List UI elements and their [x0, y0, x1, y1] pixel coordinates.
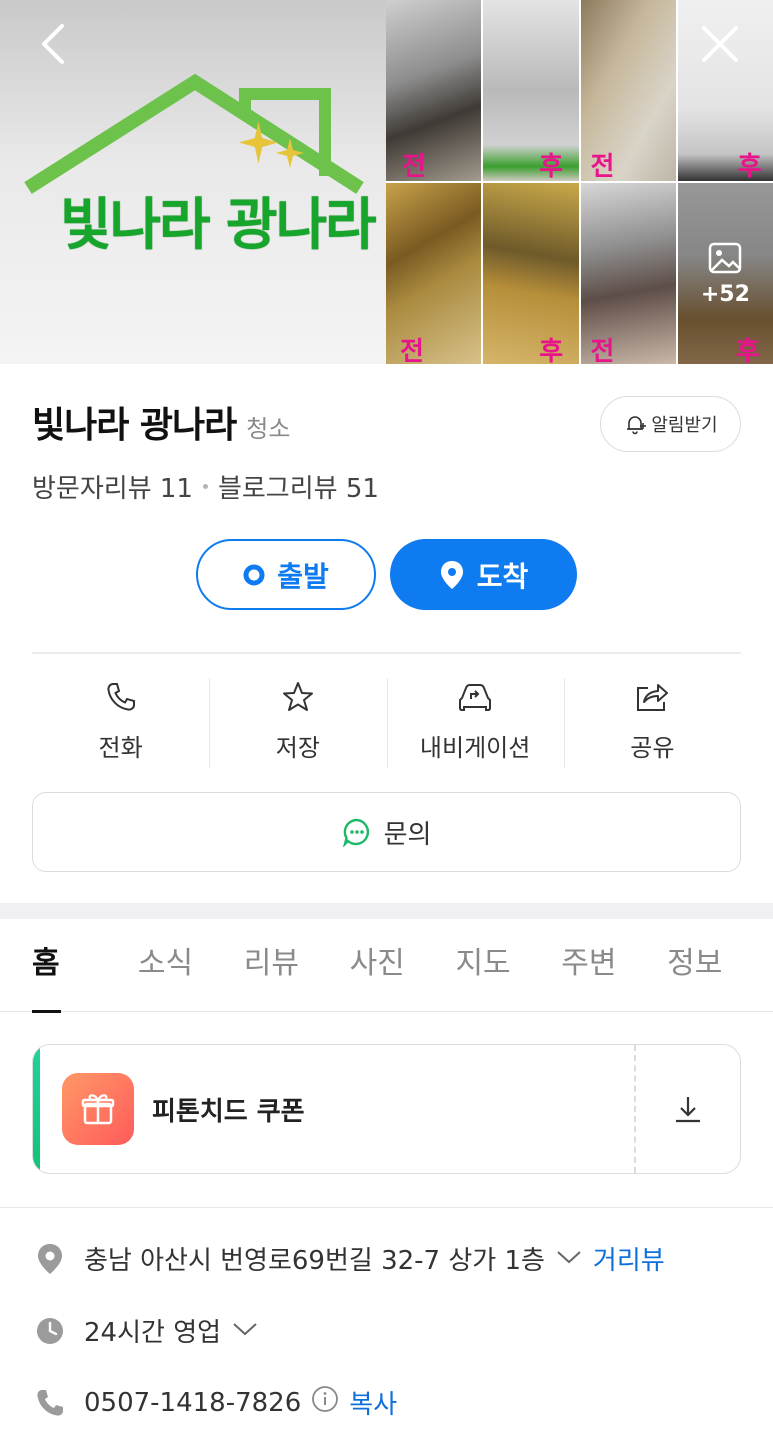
- navigation-label: 내비게이션: [419, 734, 531, 762]
- save-label: 저장: [275, 734, 320, 762]
- divider: [32, 652, 741, 654]
- after-tag: 후: [539, 152, 564, 181]
- before-tag: 전: [400, 337, 424, 364]
- place-name: 빛나라 광나라: [32, 405, 237, 446]
- origin-dot-icon: [243, 564, 265, 585]
- photo-thumb[interactable]: 전: [580, 183, 676, 364]
- phone-row: 0507-1418-7826 복사: [32, 1384, 397, 1421]
- section-divider: [0, 903, 773, 919]
- photo-thumb[interactable]: 전: [386, 183, 482, 364]
- bell-plus-icon: [627, 416, 647, 435]
- more-photos-count: +52: [700, 282, 750, 307]
- hours-row: 24시간 영업: [32, 1312, 259, 1349]
- photo-thumb[interactable]: 후: [483, 183, 579, 364]
- address-row: 충남 아산시 번영로69번길 32-7 상가 1층 거리뷰: [32, 1240, 665, 1277]
- inquiry-label: 문의: [383, 819, 432, 850]
- separator-dot: [202, 484, 208, 489]
- arrive-route-button[interactable]: 도착: [390, 539, 577, 610]
- before-tag: 전: [590, 337, 615, 364]
- coupon-body: 피톤치드 쿠폰: [40, 1045, 636, 1173]
- before-tag: 전: [590, 152, 615, 181]
- start-route-button[interactable]: 출발: [196, 539, 376, 610]
- photo-hero: 빛나라 광나라 전 후 전 후 전 후 전 +52 후: [0, 0, 773, 364]
- phone-icon: [32, 1385, 68, 1421]
- coupon-download-button[interactable]: [636, 1045, 740, 1173]
- house-logo-icon: [24, 73, 364, 194]
- arrive-label: 도착: [476, 559, 529, 593]
- coupon-title: 피톤치드 쿠폰: [152, 1096, 305, 1127]
- place-category: 청소: [246, 415, 291, 443]
- chat-bubble-icon: [342, 818, 369, 847]
- download-icon: [676, 1097, 700, 1123]
- after-tag: 후: [539, 337, 564, 364]
- location-pin-icon: [32, 1241, 68, 1277]
- visitor-reviews-link[interactable]: 방문자리뷰 11: [32, 468, 193, 505]
- share-label: 공유: [630, 734, 675, 762]
- photo-thumb[interactable]: 전: [386, 0, 482, 181]
- hours-text[interactable]: 24시간 영업: [84, 1312, 221, 1349]
- action-bar: 전화 저장 내비게이션 공유: [32, 676, 741, 768]
- tab-map[interactable]: 지도: [455, 919, 561, 1012]
- after-tag: 후: [737, 152, 762, 181]
- tab-home[interactable]: 홈: [32, 919, 138, 1013]
- photo-thumb[interactable]: 후: [483, 0, 579, 181]
- share-icon: [637, 684, 669, 711]
- chevron-down-icon[interactable]: [231, 1316, 259, 1346]
- info-icon[interactable]: [311, 1385, 339, 1420]
- tab-news[interactable]: 소식: [138, 919, 244, 1012]
- coupon-card[interactable]: 피톤치드 쿠폰: [32, 1044, 741, 1174]
- copy-link[interactable]: 복사: [349, 1384, 397, 1421]
- close-icon: [702, 26, 738, 62]
- review-summary: 방문자리뷰 11 블로그리뷰 51: [32, 468, 379, 505]
- divider: [0, 1207, 773, 1208]
- call-button[interactable]: 전화: [32, 676, 209, 768]
- save-button[interactable]: 저장: [209, 676, 386, 768]
- inquiry-button[interactable]: 문의: [32, 792, 741, 872]
- logo-text: 빛나라 광나라: [60, 193, 377, 258]
- tab-nearby[interactable]: 주변: [561, 919, 667, 1012]
- phone-number[interactable]: 0507-1418-7826: [84, 1388, 301, 1418]
- car-navigation-icon: [459, 684, 492, 711]
- after-tag: 후: [735, 337, 760, 364]
- tab-bar: 홈 소식 리뷰 사진 지도 주변 정보: [0, 919, 773, 1013]
- coupon-accent-bar: [33, 1045, 40, 1173]
- blog-reviews-link[interactable]: 블로그리뷰 51: [218, 468, 379, 505]
- street-view-link[interactable]: 거리뷰: [593, 1240, 665, 1277]
- tab-info[interactable]: 정보: [667, 919, 773, 1012]
- location-pin-icon: [440, 560, 463, 589]
- start-label: 출발: [277, 559, 329, 593]
- chevron-left-icon: [42, 24, 64, 64]
- back-button[interactable]: [30, 20, 78, 68]
- notify-label: 알림받기: [651, 415, 718, 436]
- share-button[interactable]: 공유: [563, 676, 741, 768]
- notify-button[interactable]: 알림받기: [600, 396, 741, 452]
- before-tag: 전: [402, 152, 426, 181]
- clock-icon: [32, 1313, 68, 1349]
- gift-icon: [62, 1073, 134, 1145]
- image-icon: [709, 242, 742, 274]
- more-photos-thumb[interactable]: +52 후: [677, 183, 773, 364]
- close-button[interactable]: [696, 20, 744, 68]
- navigation-button[interactable]: 내비게이션: [386, 676, 564, 768]
- call-label: 전화: [98, 734, 143, 762]
- phone-icon: [107, 683, 135, 711]
- tab-reviews[interactable]: 리뷰: [244, 919, 350, 1012]
- chevron-down-icon[interactable]: [555, 1244, 583, 1274]
- place-detail-page: 빛나라 광나라 전 후 전 후 전 후 전 +52 후 빛나라 광나라 청소 알…: [0, 0, 773, 1438]
- place-title-row: 빛나라 광나라 청소: [32, 396, 290, 448]
- star-icon: [282, 682, 313, 711]
- address-text[interactable]: 충남 아산시 번영로69번길 32-7 상가 1층: [84, 1240, 545, 1277]
- tab-photos[interactable]: 사진: [350, 919, 456, 1012]
- photo-thumb[interactable]: 전: [580, 0, 676, 181]
